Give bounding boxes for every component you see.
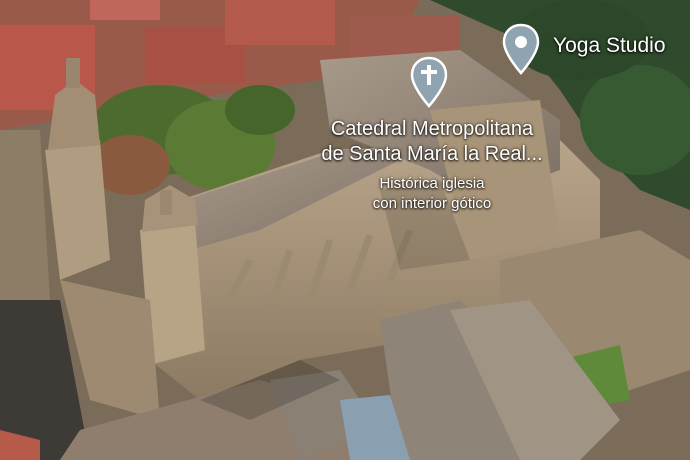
- location-pin-icon: [502, 23, 540, 75]
- yoga-studio-marker[interactable]: [501, 23, 541, 75]
- yoga-studio-label[interactable]: Yoga Studio: [553, 34, 666, 58]
- cathedral-name-line2: de Santa María la Real...: [321, 143, 543, 165]
- cathedral-desc-line2: con interior gótico: [372, 195, 492, 212]
- cathedral-name-line1: Catedral Metropolitana: [330, 118, 534, 140]
- cathedral-name[interactable]: Catedral Metropolitana de Santa María la…: [282, 117, 582, 167]
- aerial-map-view[interactable]: [0, 0, 690, 460]
- cathedral-description: Histórica iglesia con interior gótico: [312, 174, 552, 214]
- cathedral-marker[interactable]: [409, 56, 449, 108]
- church-cross-icon: [410, 56, 448, 108]
- cathedral-desc-line1: Histórica iglesia: [379, 175, 485, 192]
